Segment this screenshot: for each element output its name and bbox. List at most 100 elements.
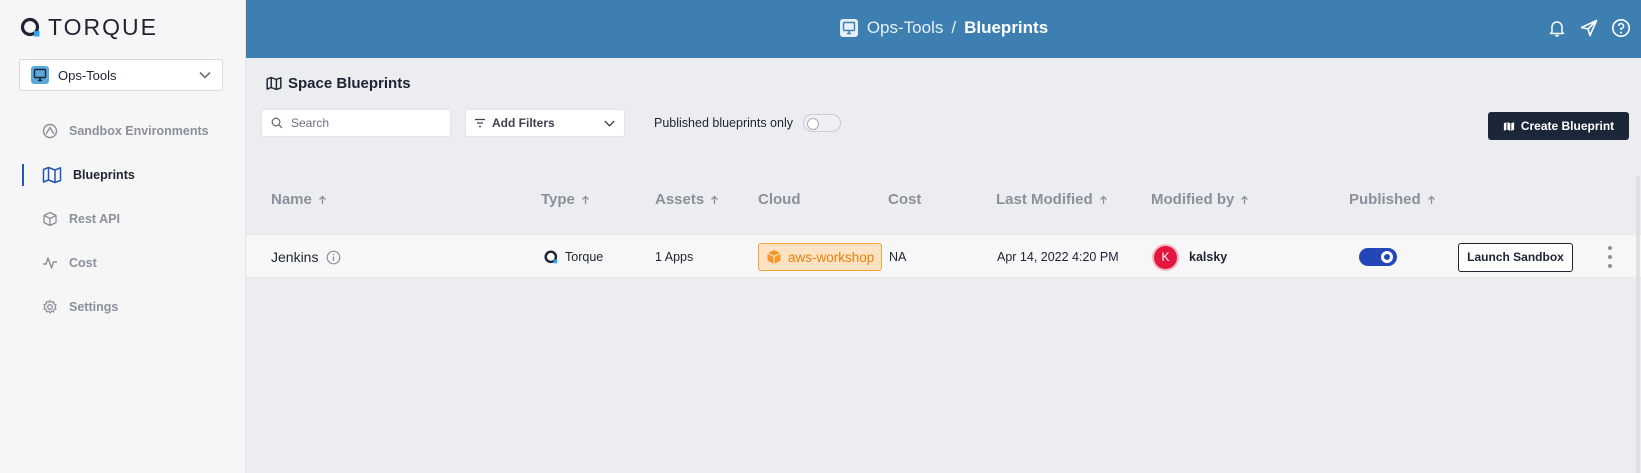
space-selector[interactable]: Ops-Tools	[19, 59, 223, 91]
published-only-toggle[interactable]	[802, 114, 841, 132]
breadcrumb-space[interactable]: Ops-Tools	[867, 18, 944, 38]
breadcrumb-separator: /	[951, 18, 957, 37]
cell-more	[1607, 235, 1613, 279]
cell-cloud: aws-workshop	[758, 235, 883, 279]
add-filters-label: Add Filters	[492, 116, 555, 130]
sidebar-item-label: Rest API	[69, 212, 120, 226]
type-value: Torque	[565, 250, 604, 264]
help-icon[interactable]	[1611, 18, 1631, 38]
column-label: Cost	[888, 191, 922, 208]
sidebar: TORQUE Ops-Tools Sandbox Environments Bl…	[0, 0, 246, 473]
cell-cost: NA	[889, 235, 906, 279]
column-header-cost: Cost	[888, 191, 921, 208]
last-modified-value: Apr 14, 2022 4:20 PM	[997, 250, 1119, 264]
cell-modified-by: K kalsky	[1152, 235, 1227, 279]
torque-logo-icon	[544, 249, 558, 263]
sidebar-item-rest-api[interactable]: Rest API	[0, 197, 246, 241]
sidebar-item-label: Cost	[69, 256, 97, 270]
sidebar-item-cost[interactable]: Cost	[0, 241, 246, 285]
page-title: Space Blueprints	[266, 75, 411, 92]
torque-logo[interactable]: TORQUE	[20, 14, 158, 41]
aws-box-icon	[767, 250, 781, 264]
modified-by-value: kalsky	[1189, 250, 1228, 264]
sort-arrow-icon	[581, 195, 589, 204]
breadcrumb: Ops-Tools / Blueprints	[246, 18, 1641, 38]
column-label: Published	[1349, 191, 1421, 208]
column-header-published[interactable]: Published	[1349, 191, 1436, 208]
cell-last-modified: Apr 14, 2022 4:20 PM	[997, 235, 1119, 279]
blueprint-name[interactable]: Jenkins	[271, 249, 318, 265]
torque-logo-icon	[20, 17, 40, 36]
published-only-label: Published blueprints only	[654, 116, 793, 130]
sidebar-item-label: Blueprints	[73, 168, 135, 182]
column-header-type[interactable]: Type	[541, 191, 590, 208]
scrollbar[interactable]	[1636, 176, 1640, 473]
sort-arrow-icon	[711, 195, 719, 204]
space-selector-value: Ops-Tools	[58, 67, 117, 83]
map-icon	[42, 166, 62, 184]
cell-assets: 1 Apps	[655, 235, 693, 279]
published-only-filter: Published blueprints only	[654, 114, 841, 132]
published-toggle[interactable]	[1359, 248, 1397, 266]
gear-icon	[43, 299, 57, 314]
column-label: Modified by	[1151, 191, 1235, 208]
column-header-last-modified[interactable]: Last Modified	[996, 191, 1108, 208]
column-label: Assets	[655, 191, 705, 208]
cell-name: Jenkins	[271, 235, 341, 279]
add-filters-dropdown[interactable]: Add Filters	[465, 109, 625, 137]
cell-published	[1359, 235, 1397, 279]
sort-arrow-icon	[1241, 195, 1249, 204]
map-icon	[1503, 121, 1514, 131]
sort-arrow-icon	[1099, 195, 1107, 204]
map-icon	[266, 76, 282, 91]
search-icon	[271, 117, 283, 129]
column-label: Name	[271, 191, 312, 208]
create-blueprint-label: Create Blueprint	[1520, 119, 1615, 133]
pulse-icon	[43, 257, 57, 269]
page-title-text: Space Blueprints	[288, 75, 411, 92]
top-bar: Ops-Tools / Blueprints	[246, 0, 1641, 58]
chevron-down-icon	[199, 71, 211, 79]
main-content: Space Blueprints Add Filters Published b…	[246, 58, 1641, 473]
sidebar-item-blueprints[interactable]: Blueprints	[0, 153, 246, 197]
avatar: K	[1152, 243, 1179, 271]
sidebar-item-label: Settings	[69, 300, 119, 314]
sidebar-nav: Sandbox Environments Blueprints Rest API…	[0, 109, 246, 329]
column-header-modified-by[interactable]: Modified by	[1151, 191, 1249, 208]
sort-arrow-icon	[1427, 195, 1435, 204]
column-label: Type	[541, 191, 575, 208]
monitor-icon	[839, 19, 858, 37]
cost-value: NA	[889, 250, 907, 264]
column-label: Cloud	[758, 191, 801, 208]
sidebar-item-label: Sandbox Environments	[69, 124, 209, 138]
cloud-badge[interactable]: aws-workshop	[758, 243, 883, 271]
sandbox-icon	[42, 123, 58, 139]
search-input[interactable]	[291, 116, 441, 130]
breadcrumb-page: Blueprints	[964, 18, 1049, 37]
top-icons	[1547, 18, 1631, 38]
launch-sandbox-button[interactable]: Launch Sandbox	[1458, 242, 1573, 272]
sidebar-item-settings[interactable]: Settings	[0, 285, 246, 329]
table-row[interactable]: Jenkins Torque 1 Apps aws-workshop NA Ap…	[246, 234, 1641, 278]
logo-text: TORQUE	[48, 14, 158, 40]
assets-value: 1 Apps	[655, 250, 694, 264]
monitor-icon	[31, 66, 49, 84]
column-header-cloud: Cloud	[758, 191, 801, 208]
info-icon[interactable]	[326, 250, 341, 265]
create-blueprint-button[interactable]: Create Blueprint	[1488, 112, 1629, 140]
column-header-assets[interactable]: Assets	[655, 191, 719, 208]
cell-action: Launch Sandbox	[1458, 235, 1573, 279]
cloud-value: aws-workshop	[788, 249, 875, 265]
cell-type: Torque	[544, 235, 603, 279]
column-header-name[interactable]: Name	[271, 191, 327, 208]
sidebar-item-sandbox-environments[interactable]: Sandbox Environments	[0, 109, 246, 153]
search-box[interactable]	[261, 109, 451, 137]
column-label: Last Modified	[996, 191, 1093, 208]
more-vertical-icon[interactable]	[1607, 245, 1613, 269]
cube-icon	[43, 211, 57, 227]
chevron-down-icon	[604, 120, 615, 127]
filter-icon	[475, 118, 485, 128]
bell-icon[interactable]	[1547, 18, 1567, 38]
send-icon[interactable]	[1579, 18, 1599, 38]
sort-arrow-icon	[318, 195, 326, 204]
